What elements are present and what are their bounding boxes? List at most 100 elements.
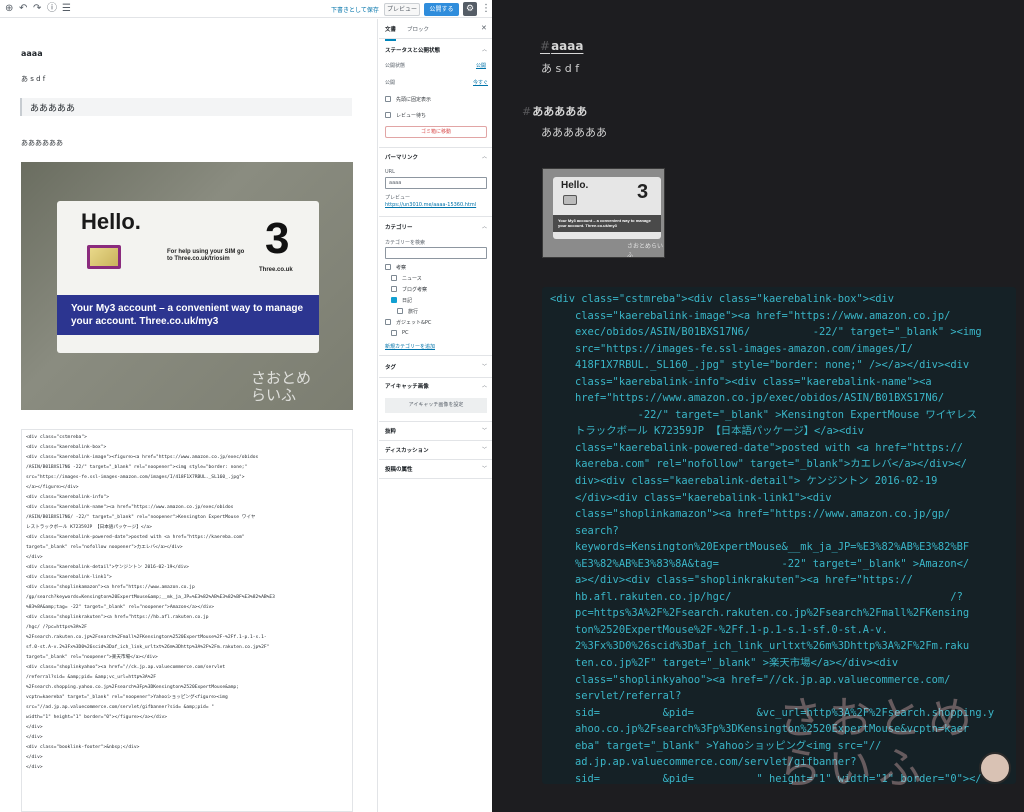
heading-block[interactable]: あああああ [20,98,352,116]
permalink-preview-link[interactable]: https://un3010.me/aaaa-15360.html [385,202,476,208]
set-featured-image-button[interactable]: アイキャッチ画像を設定 [385,398,487,413]
undo-icon[interactable]: ↶ [19,3,27,15]
preview-heading: #あああああ [522,103,587,119]
discussion-section-title[interactable]: ディスカッション [385,446,429,454]
category-checkbox[interactable] [391,275,397,281]
chevron-down-icon[interactable]: ﹀ [482,465,487,472]
category-label: ニュース [402,276,422,282]
image-block[interactable]: Hello. For help using your SIM go to Thr… [21,162,353,410]
category-section-title[interactable]: カテゴリー [385,223,413,231]
paragraph-block[interactable]: ああああああ [21,138,63,148]
code-line: </div> [26,725,43,730]
publish-date-value[interactable]: 今すぐ [473,79,488,86]
tab-document[interactable]: 文書 [385,25,397,41]
chevron-down-icon[interactable]: ﹀ [482,446,487,453]
more-menu-icon[interactable]: ⋮ [481,3,491,15]
preview-button[interactable]: プレビュー [384,3,420,16]
code-line: target="_blank" rel="nofollow noopener">… [26,545,183,550]
code-line: /ASIN/B01BXS17N6/ -22/" target="_blank" … [26,515,256,520]
avatar [979,752,1011,784]
editor-toolbar: ⊕ ↶ ↷ ⓘ ☰ 下書きとして保存 プレビュー 公開する ⚙ ⋮ [0,0,492,18]
paragraph-block[interactable]: あ s d f [21,74,45,84]
outline-icon[interactable]: ☰ [62,3,71,15]
category-label: ブログ考察 [402,287,428,293]
code-line: ton%2520ExpertMouse%2F-%2Ff.1-p.1-s.1-sf… [550,623,888,636]
tab-block[interactable]: ブロック [407,25,429,33]
chevron-up-icon[interactable]: ︿ [482,223,487,230]
excerpt-section-title[interactable]: 抜粋 [385,427,396,435]
markdown-preview: #aaaa あ s d f #あああああ ああああああ Hello. 3 You… [493,0,1024,812]
featured-image-section-title[interactable]: アイキャッチ画像 [385,382,429,390]
code-line: /ASIN/B01BXS17N6 -22/" target="_blank" r… [26,465,248,470]
permalink-section-title[interactable]: パーマリンク [385,153,418,161]
sticky-checkbox[interactable] [385,96,391,102]
category-search-label: カテゴリーを検索 [385,240,426,246]
category-checkbox[interactable] [391,297,397,303]
code-line: <div class="cstmreba"><div class="kaereb… [550,293,895,305]
category-label: 日記 [402,298,413,304]
hash-mark: # [522,105,532,118]
html-code-block[interactable]: <div class="cstmreba"> <div class="kaereb… [21,429,353,812]
code-line: <div class="kaerebalink-name"><a href="h… [26,505,234,510]
post-attributes-section-title[interactable]: 投稿の属性 [385,465,413,473]
code-line: </div> [26,735,43,740]
editor-content: aaaa あ s d f あああああ ああああああ Hello. For hel… [0,19,378,812]
add-category-link[interactable]: 新規カテゴリーを追加 [385,343,435,350]
code-line: </div> [26,765,43,770]
category-search-input[interactable] [385,247,487,259]
block-editor: ⊕ ↶ ↷ ⓘ ☰ 下書きとして保存 プレビュー 公開する ⚙ ⋮ aaaa あ… [0,0,492,812]
preview-heading-text: あああああ [532,105,588,118]
save-draft-link[interactable]: 下書きとして保存 [331,5,379,14]
divider [379,478,492,479]
code-line: %2Fsearch.rakuten.co.jp%2Fsearch%2Fmall%… [26,635,267,640]
category-checkbox[interactable] [385,264,391,270]
code-line: ten.co.jp%2F" target="_blank" >楽天市場</a><… [550,657,899,670]
publish-button[interactable]: 公開する [424,3,459,16]
sim-chip-icon [87,245,121,269]
preview-title: #aaaa [540,39,583,53]
chevron-up-icon[interactable]: ︿ [482,153,487,160]
sidebar-tabs: 文書 ブロック ✕ [379,19,492,41]
code-line: kaereba.com" rel="nofollow" target="_bla… [550,458,967,471]
code-line: <div class="cstmreba"> [26,435,87,440]
category-label: PC [402,330,409,336]
visibility-value[interactable]: 公開 [476,62,486,69]
code-line: /hgc/ /?pc=https%3A%2F [26,625,87,630]
sim-hello-text: Hello. [561,180,589,191]
tags-section-title[interactable]: タグ [385,363,396,371]
close-icon[interactable]: ✕ [481,24,487,32]
chevron-up-icon[interactable]: ︿ [482,382,487,389]
chevron-up-icon[interactable]: ︿ [482,46,487,53]
category-checkbox[interactable] [391,286,397,292]
code-line: /referral?sid= &amp;pid= &amp;vc_url=htt… [26,675,156,680]
info-icon[interactable]: ⓘ [47,3,57,15]
code-line: hb.afl.rakuten.co.jp/hgc/ /? [550,590,963,603]
code-line: <div class="booklink-footer">&nbsp;</div… [26,745,140,750]
status-section-title[interactable]: ステータスと公開状態 [385,46,440,54]
hash-mark: # [540,39,551,53]
code-line: </a></figure></div> [26,485,79,490]
code-line: -22/" target="_blank" >Kensington Expert… [550,408,977,421]
code-line: </div> [26,755,43,760]
preview-paragraph: あ s d f [541,62,580,75]
pending-review-checkbox[interactable] [385,112,391,118]
permalink-preview-label: プレビュー [385,195,411,201]
category-checkbox[interactable] [397,308,403,314]
preview-title-text: aaaa [551,39,584,53]
redo-icon[interactable]: ↷ [33,3,41,15]
add-block-icon[interactable]: ⊕ [5,3,13,15]
code-line: <div class="kaerebalink-link1"> [26,575,112,580]
url-slug-input[interactable]: aaaa [385,177,487,189]
chevron-down-icon[interactable]: ﹀ [482,363,487,370]
settings-gear-icon[interactable]: ⚙ [463,2,477,16]
post-title[interactable]: aaaa [21,49,43,58]
chevron-down-icon[interactable]: ﹀ [482,427,487,434]
code-line: src="https://images-fe.ssl-images-amazon… [26,475,245,480]
code-line: src="https://images-fe.ssl-images-amazon… [550,342,913,355]
code-line: <div class="kaerebalink-powered-date">po… [26,535,245,540]
category-checkbox[interactable] [385,319,391,325]
move-to-trash-button[interactable]: ゴミ箱に移動 [385,126,487,138]
category-checkbox[interactable] [391,330,397,336]
three-logo-icon: 3 [265,214,290,263]
divider [379,355,492,356]
